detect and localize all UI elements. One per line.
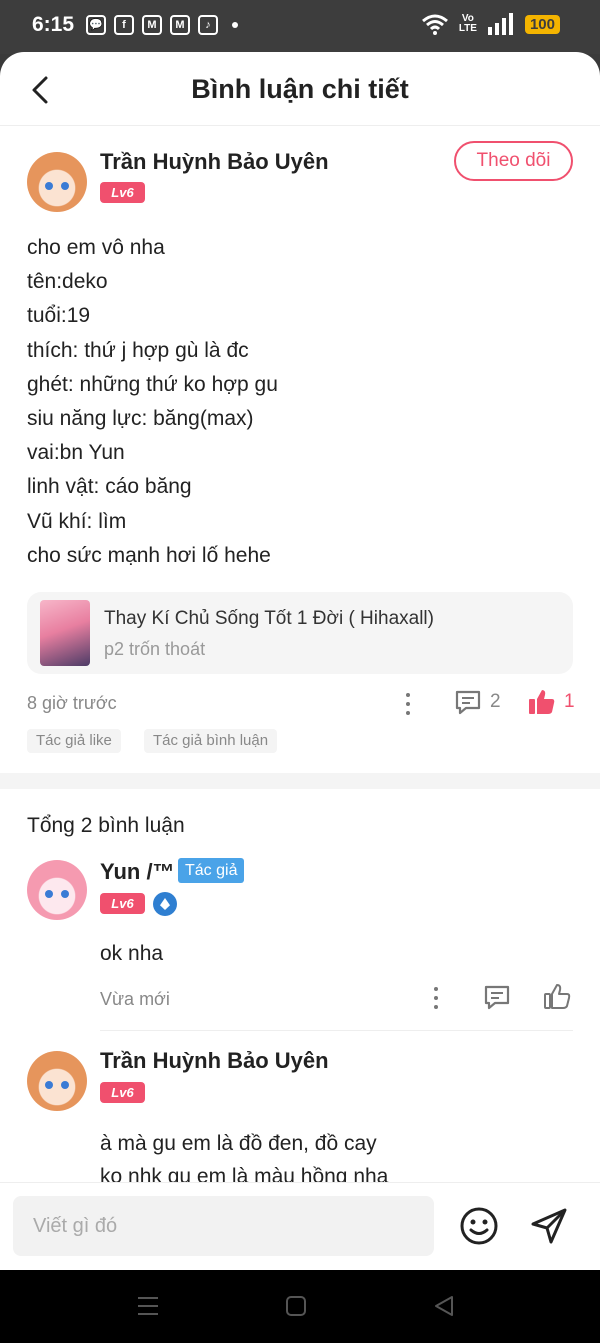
like-button[interactable]: 1	[528, 688, 575, 716]
post-line: cho em vô nha	[27, 236, 165, 259]
comment-icon	[484, 985, 510, 1010]
system-nav-bar	[0, 1270, 600, 1343]
comment-icon	[455, 690, 481, 715]
story-cover-image	[40, 600, 90, 666]
thumbs-up-icon	[544, 984, 571, 1009]
reply-text: ok nha	[100, 942, 164, 965]
story-card[interactable]: Thay Kí Chủ Sống Tốt 1 Đời ( Hihaxall) p…	[27, 592, 573, 674]
send-button[interactable]	[528, 1205, 570, 1252]
app-m2-icon: M	[170, 15, 190, 35]
notification-icons: 💬 f M M ♪	[86, 15, 238, 35]
post-author-name[interactable]: Trần Huỳnh Bảo Uyên	[100, 149, 329, 175]
reply-divider	[100, 1030, 573, 1031]
reply-comment-button[interactable]	[483, 984, 511, 1015]
crystal-badge-icon	[153, 892, 177, 916]
more-notifications-dot	[232, 22, 238, 28]
post-time: 8 giờ trước	[27, 693, 117, 713]
app-m-icon: M	[142, 15, 162, 35]
more-options-button[interactable]	[398, 690, 418, 718]
reply-author-name[interactable]: Yun /™	[100, 859, 175, 885]
comment-count: 2	[490, 691, 501, 712]
wifi-icon	[421, 14, 448, 35]
post-line: vai:bn Yun	[27, 441, 125, 465]
post-line: linh vật: cáo băng	[27, 475, 192, 499]
battery-icon: 100	[524, 14, 560, 34]
story-title: Thay Kí Chủ Sống Tốt 1 Đời ( Hihaxall)	[104, 608, 434, 629]
author-commented-tag: Tác giả bình luận	[144, 729, 278, 753]
post-line: cho sức mạnh hơi lố hehe	[27, 543, 271, 567]
level-badge: Lv6	[100, 893, 145, 914]
level-badge: Lv6	[100, 1082, 145, 1103]
reply-more-button[interactable]	[426, 984, 446, 1012]
system-back-button[interactable]	[432, 1294, 456, 1323]
avatar[interactable]	[27, 152, 87, 212]
triangle-back-icon	[435, 1296, 453, 1316]
total-comments-label: Tổng 2 bình luận	[27, 814, 185, 837]
avatar[interactable]	[27, 1051, 87, 1111]
emoji-icon	[460, 1207, 498, 1245]
reply-time: Vừa mới	[100, 989, 170, 1009]
author-tag-badge: Tác giả	[178, 858, 245, 883]
send-icon	[531, 1208, 567, 1244]
status-time: 6:15	[32, 13, 75, 36]
signal-icon	[487, 13, 513, 35]
menu-icon	[138, 1297, 158, 1315]
author-liked-tag: Tác giả like	[27, 729, 121, 753]
section-divider	[0, 773, 600, 789]
post-line: thích: thứ j hợp gù là đc	[27, 338, 249, 362]
recent-apps-button[interactable]	[136, 1294, 160, 1323]
square-icon	[286, 1296, 306, 1316]
post-line: Vũ khí: lìm	[27, 509, 127, 533]
emoji-button[interactable]	[458, 1205, 500, 1252]
post-line: tuổi:19	[27, 304, 91, 328]
comment-detail-sheet: Bình luận chi tiết Trần Huỳnh Bảo Uyên L…	[0, 52, 600, 1270]
post-content: cho em vô nha tên:deko tuổi:19 thích: th…	[27, 231, 567, 573]
tiktok-icon: ♪	[198, 15, 218, 35]
follow-button[interactable]: Theo dõi	[454, 141, 573, 181]
thumbs-up-filled-icon	[529, 690, 555, 714]
volte-icon: Vo LTE	[458, 13, 477, 34]
facebook-icon: f	[114, 15, 134, 35]
avatar[interactable]	[27, 860, 87, 920]
post-line: tên:deko	[27, 270, 108, 294]
page-title: Bình luận chi tiết	[191, 74, 409, 104]
post-line: ghét: những thứ ko hợp gu	[27, 372, 278, 396]
level-badge: Lv6	[100, 182, 145, 203]
comment-input[interactable]: Viết gì đó	[13, 1196, 434, 1256]
home-button[interactable]	[285, 1294, 307, 1323]
messenger-icon: 💬	[86, 15, 106, 35]
post-line: siu năng lực: băng(max)	[27, 407, 254, 431]
comment-input-bar: Viết gì đó	[0, 1182, 600, 1270]
reply-author-name[interactable]: Trần Huỳnh Bảo Uyên	[100, 1048, 329, 1074]
reply-text-line: à mà gu em là đồ đen, đồ cay	[100, 1132, 377, 1155]
status-right: Vo LTE 100	[421, 13, 560, 35]
comment-button[interactable]: 2	[454, 689, 501, 715]
status-bar: 6:15 💬 f M M ♪ Vo LTE 100	[0, 0, 600, 54]
reply-like-button[interactable]	[543, 982, 571, 1015]
like-count: 1	[564, 691, 575, 712]
story-chapter: p2 trốn thoát	[104, 639, 206, 659]
header: Bình luận chi tiết	[0, 52, 600, 126]
